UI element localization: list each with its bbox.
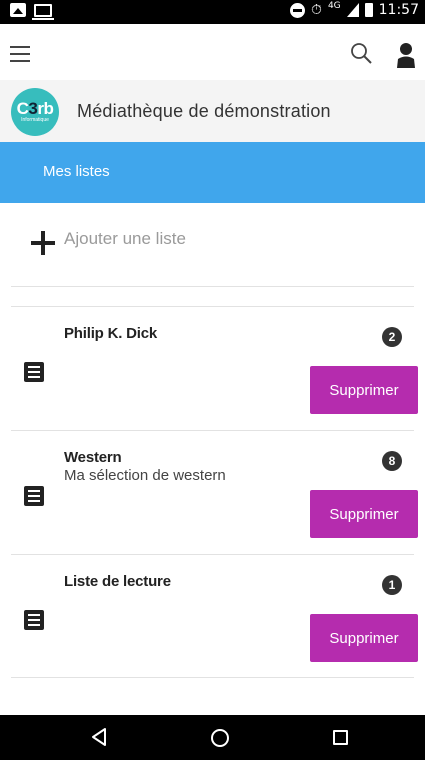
lists-container: Philip K. Dick 2 Supprimer Western Ma sé… [11,306,418,678]
list-title: Western [64,449,122,466]
list-icon [24,610,44,630]
battery-icon [364,3,373,17]
image-icon [10,3,26,17]
list-title: Philip K. Dick [64,325,158,342]
network-type: 4G [327,1,341,11]
home-icon[interactable] [211,729,229,747]
navigation-bar [0,715,425,760]
library-name: Médiathèque de démonstration [77,101,331,121]
top-bar [0,38,425,82]
app-screen: ⏱ 4G 11:57 C3rb Informatique Médiathèque… [0,0,425,760]
tab-bar: Mes listes [0,142,425,203]
delete-button[interactable]: Supprimer [310,366,418,414]
add-list-label: Ajouter une liste [64,229,186,248]
list-item[interactable]: Philip K. Dick 2 Supprimer [11,306,418,430]
search-icon[interactable] [350,42,372,64]
list-item[interactable]: Western Ma sélection de western 8 Suppri… [11,430,418,554]
library-logo: C3rb Informatique [11,88,59,136]
count-badge: 2 [382,327,402,347]
screen-cast-icon [32,3,54,20]
list-icon [24,362,44,382]
do-not-disturb-icon [290,2,306,18]
user-icon[interactable] [395,42,417,68]
alarm-icon: ⏱ [311,2,322,18]
menu-icon[interactable] [10,46,30,62]
tab-my-lists[interactable]: Mes listes [43,163,110,180]
recents-icon[interactable] [333,730,348,745]
list-item[interactable]: Liste de lecture 1 Supprimer [11,554,418,678]
library-header: C3rb Informatique Médiathèque de démonst… [0,80,425,142]
count-badge: 8 [382,451,402,471]
list-description: Ma sélection de western [64,467,226,484]
list-title: Liste de lecture [64,573,171,590]
back-icon[interactable] [90,727,108,747]
delete-button[interactable]: Supprimer [310,614,418,662]
status-bar: ⏱ 4G 11:57 [0,0,425,24]
signal-icon [346,3,359,17]
list-icon [24,486,44,506]
delete-button[interactable]: Supprimer [310,490,418,538]
plus-icon [31,231,55,255]
status-time: 11:57 [378,2,419,18]
count-badge: 1 [382,575,402,595]
add-list-button[interactable]: Ajouter une liste [11,203,414,287]
